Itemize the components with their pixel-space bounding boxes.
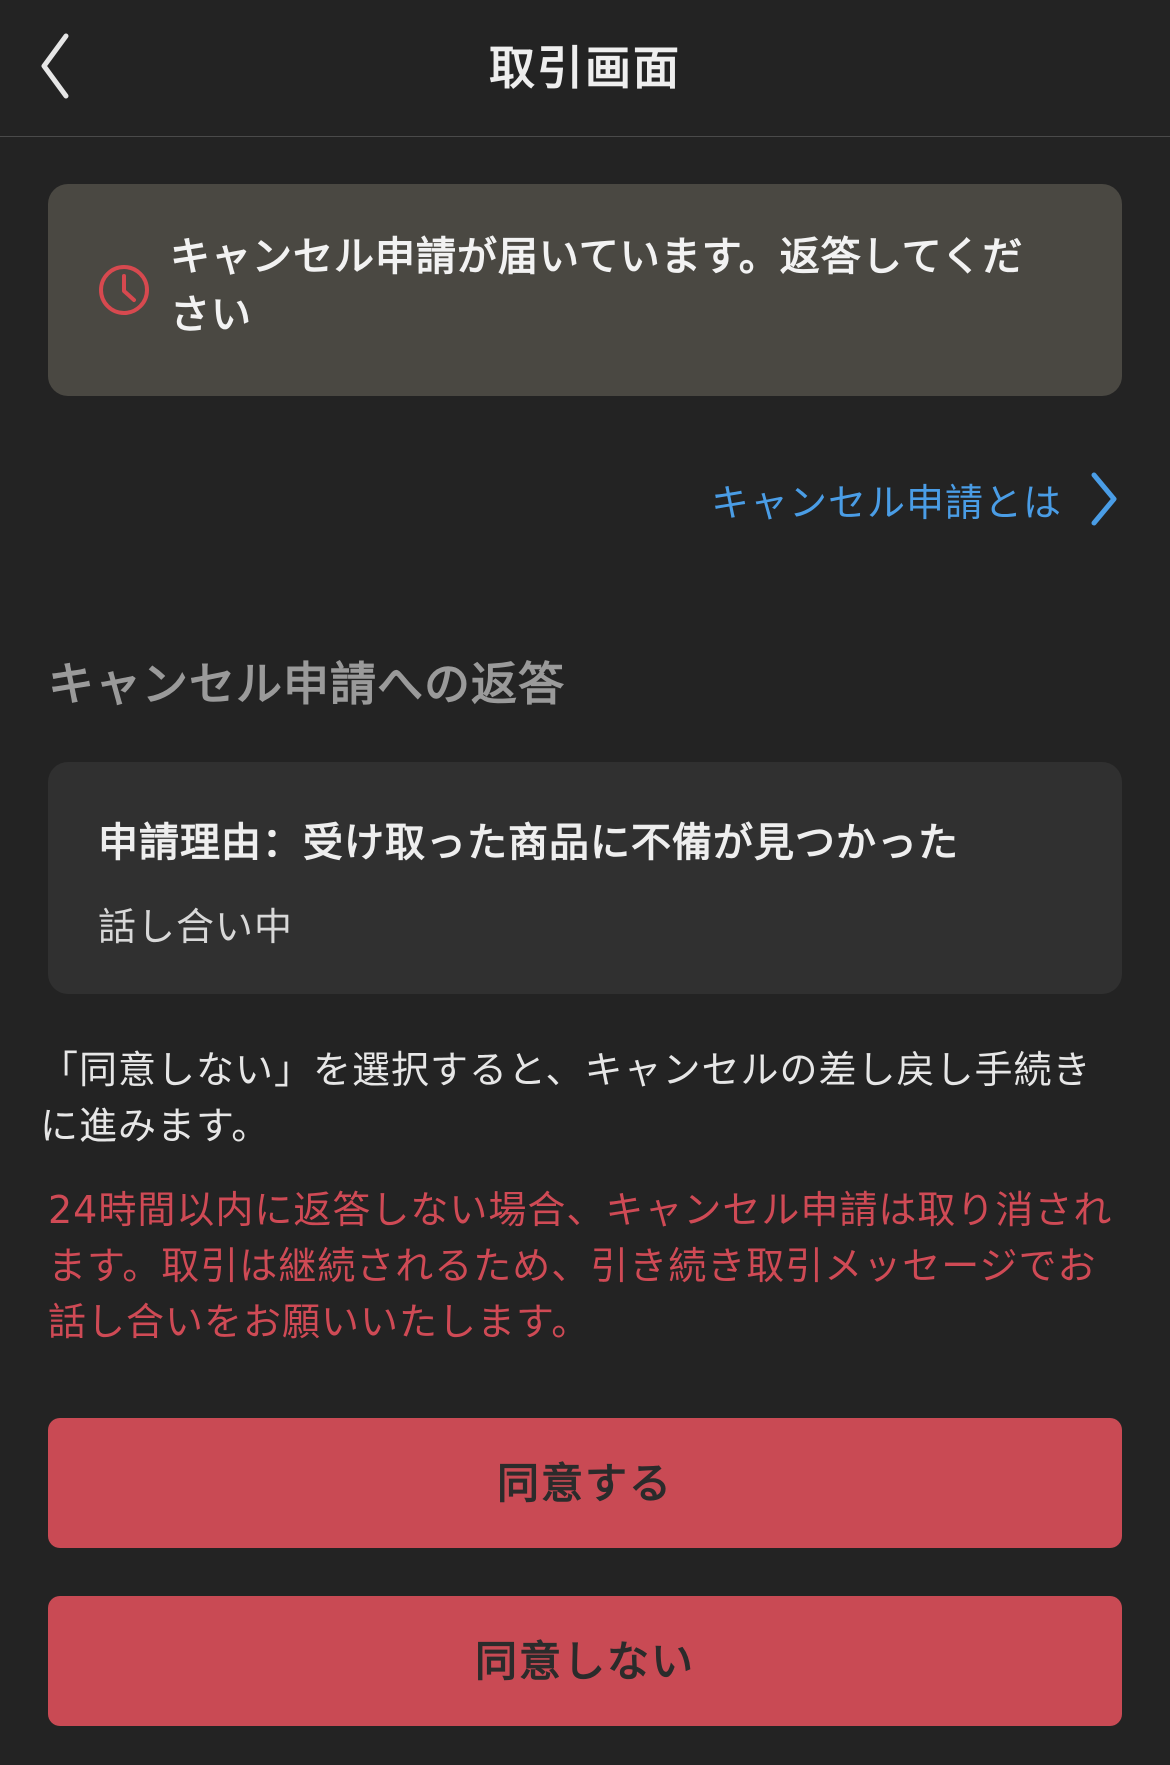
top-bar: 取引画面 [0,0,1170,137]
deadline-warning-text: 24時間以内に返答しない場合、キャンセル申請は取り消されます。取引は継続されるた… [48,1188,1113,1344]
help-link-label: キャンセル申請とは [710,480,1062,525]
cancel-request-notice: キャンセル申請が届いています。返答してください [48,184,1122,396]
notice-message: キャンセル申請が届いています。返答してください [170,234,1024,338]
cancel-reason: 申請理由：受け取った商品に不備が見つかった [98,820,959,866]
chevron-left-icon [41,33,69,99]
cancel-request-help-link[interactable]: キャンセル申請とは [711,466,1122,532]
back-button[interactable] [30,24,100,108]
page-title: 取引画面 [489,41,681,95]
agree-button[interactable]: 同意する [48,1418,1122,1548]
disagree-info-text: 「同意しない」を選択すると、キャンセルの差し戻し手続きに進みます。 [40,1048,1092,1148]
clock-icon [99,265,149,315]
discussion-status: 話し合い中 [98,905,294,949]
disagree-button[interactable]: 同意しない [48,1596,1122,1726]
section-title: キャンセル申請への返答 [48,657,565,711]
reason-card: 申請理由：受け取った商品に不備が見つかった 話し合い中 [48,762,1122,994]
chevron-right-icon [1091,472,1117,526]
